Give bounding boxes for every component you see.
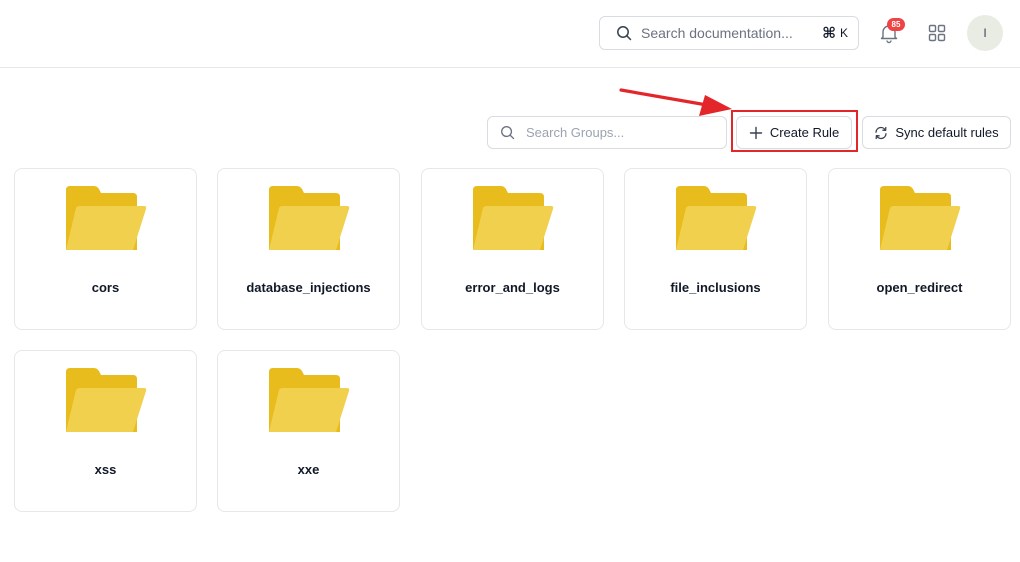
group-card-label: cors	[91, 280, 120, 295]
group-card-file-inclusions[interactable]: file_inclusions	[624, 168, 807, 330]
sync-default-rules-label: Sync default rules	[895, 125, 999, 140]
folder-icon	[676, 186, 757, 250]
search-icon	[501, 126, 515, 140]
group-card-label: file_inclusions	[670, 280, 761, 295]
group-card-error-and-logs[interactable]: error_and_logs	[421, 168, 604, 330]
keyboard-shortcut: ⌘ K	[822, 24, 848, 42]
group-card-cors[interactable]: cors	[14, 168, 197, 330]
folder-icon	[269, 186, 350, 250]
documentation-search[interactable]: Search documentation... ⌘ K	[599, 16, 859, 50]
group-card-label: error_and_logs	[465, 280, 560, 295]
group-card-label: xxe	[297, 462, 320, 477]
apps-grid-button[interactable]	[927, 23, 947, 43]
folder-icon	[269, 368, 350, 432]
command-key-icon: ⌘	[822, 25, 836, 42]
group-card-xxe[interactable]: xxe	[217, 350, 400, 512]
notification-badge: 85	[887, 18, 905, 31]
group-card-database-injections[interactable]: database_injections	[217, 168, 400, 330]
refresh-icon	[875, 126, 887, 139]
folder-icon	[66, 368, 147, 432]
documentation-search-placeholder: Search documentation...	[641, 25, 793, 41]
annotation-arrow-icon	[619, 88, 732, 116]
group-card-label: database_injections	[246, 280, 371, 295]
annotation-highlight-box	[731, 110, 858, 152]
group-search-field[interactable]	[487, 116, 727, 149]
group-card-open-redirect[interactable]: open_redirect	[828, 168, 1011, 330]
top-bar: Search documentation... ⌘ K 85 I	[0, 0, 1020, 68]
folder-icon	[66, 186, 147, 250]
folder-icon	[880, 186, 961, 250]
group-card-xss[interactable]: xss	[14, 350, 197, 512]
group-card-label: open_redirect	[876, 280, 963, 295]
search-icon	[617, 26, 632, 41]
group-card-label: xss	[94, 462, 117, 477]
group-search-input[interactable]	[524, 124, 714, 141]
user-avatar[interactable]: I	[967, 15, 1003, 51]
grid-icon	[928, 24, 946, 42]
folder-icon	[473, 186, 554, 250]
shortcut-key: K	[839, 26, 848, 40]
sync-default-rules-button[interactable]: Sync default rules	[862, 116, 1011, 149]
